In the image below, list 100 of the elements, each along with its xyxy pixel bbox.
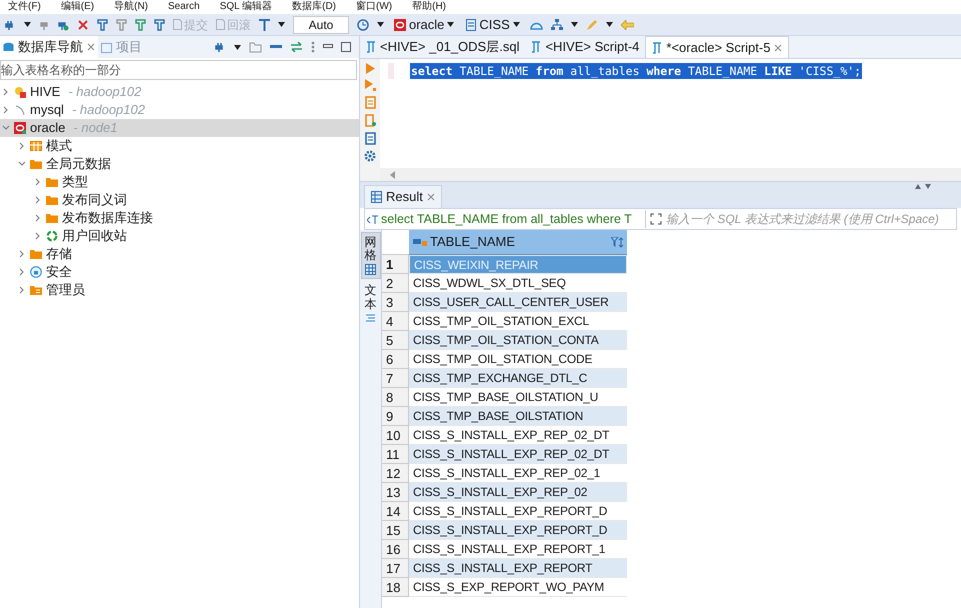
minimize-icon[interactable]	[323, 44, 333, 50]
horizontal-scrollbar[interactable]	[380, 168, 961, 181]
tree-item[interactable]: mysql - hadoop102	[0, 101, 359, 119]
row-number: 12	[382, 464, 409, 483]
editor-tab[interactable]: <HIVE> _01_ODS层.sql	[360, 36, 526, 58]
close-icon[interactable]	[774, 44, 782, 52]
network-icon[interactable]	[550, 19, 563, 30]
connection-selector[interactable]: oracle	[392, 14, 456, 34]
dropdown-arrow-icon[interactable]	[606, 22, 613, 27]
plug-icon[interactable]	[214, 41, 226, 53]
tree-item[interactable]: 用户回收站	[0, 227, 359, 245]
settings-icon[interactable]	[364, 150, 376, 162]
expand-icon[interactable]	[650, 213, 662, 225]
tree-item[interactable]: oracle - node1	[0, 119, 359, 137]
chevron-right-icon[interactable]	[34, 178, 42, 186]
table-cell[interactable]: CISS_TMP_EXCHANGE_DTL_C	[409, 369, 627, 388]
chevron-right-icon[interactable]	[34, 196, 42, 204]
menu-item[interactable]: 帮助(H)	[412, 2, 446, 12]
transaction-log-icon[interactable]	[116, 18, 127, 30]
back-arrow-icon[interactable]	[620, 20, 634, 30]
table-cell[interactable]: CISS_S_INSTALL_EXP_REPORT	[409, 559, 627, 578]
plug-disconnect-icon[interactable]	[77, 18, 89, 30]
plug-icon[interactable]	[4, 18, 16, 30]
sort-filter-icon[interactable]	[611, 236, 624, 248]
commit-mode-field[interactable]: Auto	[293, 16, 349, 34]
table-cell[interactable]: CISS_TMP_OIL_STATION_CONTA	[409, 331, 627, 350]
row-number: 10	[382, 426, 409, 445]
menu-item[interactable]: 数据库(D)	[292, 2, 336, 12]
editor-tab[interactable]: *<oracle> Script-5	[645, 36, 790, 58]
tree-item[interactable]: HIVE - hadoop102	[0, 83, 359, 101]
dropdown-arrow-icon[interactable]	[234, 44, 241, 50]
row-number: 15	[382, 521, 409, 540]
result-tab[interactable]: Result	[364, 185, 442, 208]
view-tab[interactable]: 文本	[360, 281, 380, 327]
chevron-right-icon[interactable]	[18, 250, 26, 258]
table-cell[interactable]: CISS_USER_CALL_CENTER_USER	[409, 293, 627, 312]
tree-item[interactable]: 类型	[0, 173, 359, 191]
row-number: 18	[382, 578, 409, 597]
text-format-icon[interactable]	[259, 18, 270, 30]
tree-item[interactable]: 安全	[0, 263, 359, 281]
panel-tab[interactable]: 数据库导航	[0, 36, 98, 58]
maximize-icon[interactable]	[341, 42, 351, 52]
column-header[interactable]: TABLE_NAME	[409, 230, 627, 255]
menu-item[interactable]: 文件(F)	[8, 2, 41, 12]
chevron-right-icon[interactable]	[2, 106, 10, 114]
table-cell[interactable]: CISS_S_INSTALL_EXP_REP_02_DT	[409, 445, 627, 464]
table-cell[interactable]: CISS_S_INSTALL_EXP_REPORT_D	[409, 521, 627, 540]
close-icon[interactable]	[87, 43, 95, 51]
more-icon[interactable]	[311, 41, 315, 53]
link-arrows-icon[interactable]	[290, 42, 303, 52]
dropdown-arrow-icon[interactable]	[24, 22, 31, 27]
scroll-left-icon[interactable]	[390, 170, 395, 178]
chevron-right-icon[interactable]	[34, 214, 42, 222]
dropdown-arrow-icon	[447, 22, 454, 27]
chevron-right-icon[interactable]	[2, 88, 10, 96]
explain-icon[interactable]	[364, 114, 376, 127]
run-script-icon[interactable]	[364, 79, 376, 91]
dropdown-arrow-icon[interactable]	[377, 22, 384, 27]
history-icon[interactable]	[357, 18, 369, 30]
chevron-right-icon[interactable]	[18, 142, 26, 150]
menu-item[interactable]: SQL 编辑器	[220, 2, 272, 12]
table-cell[interactable]: CISS_S_INSTALL_EXP_REP_02	[409, 483, 627, 502]
chevron-right-icon[interactable]	[34, 232, 42, 240]
table-filter-field[interactable]: 输入表格名称的一部分	[0, 60, 357, 80]
transaction-icon[interactable]	[97, 18, 108, 30]
collapse-icon[interactable]	[270, 45, 282, 49]
tree-item[interactable]: 模式	[0, 137, 359, 155]
table-cell[interactable]: CISS_TMP_BASE_OILSTATION	[409, 407, 627, 426]
tree-item[interactable]: 发布同义词	[0, 191, 359, 209]
text-lines-icon	[365, 312, 376, 324]
run-icon[interactable]	[366, 63, 374, 74]
database-icon	[394, 18, 406, 30]
tree-item[interactable]: 全局元数据	[0, 155, 359, 173]
transaction-add-icon[interactable]	[135, 18, 146, 30]
result-filter-field[interactable]: select TABLE_NAME from all_tables where T 输入一个 SQL 表达式来过滤结果 (使用 Ctrl+Space)	[364, 208, 957, 230]
folder-icon	[30, 158, 42, 170]
menu-item[interactable]: 导航(N)	[114, 2, 148, 12]
folder-icon	[30, 248, 42, 260]
script-icon[interactable]	[364, 96, 376, 109]
view-tab[interactable]: 网格	[360, 232, 380, 280]
dropdown-arrow-icon[interactable]	[278, 22, 285, 27]
document-icon[interactable]	[364, 132, 376, 145]
tree-item[interactable]: 存储	[0, 245, 359, 263]
menu-item[interactable]: 编辑(E)	[60, 2, 94, 12]
folder-icon	[46, 212, 58, 224]
editor-tab[interactable]: <HIVE> Script-4	[525, 36, 646, 58]
chevron-down-icon[interactable]	[2, 124, 10, 132]
transaction-view-icon[interactable]	[154, 18, 165, 30]
chevron-right-icon[interactable]	[18, 286, 26, 294]
chevron-down-icon[interactable]	[18, 160, 26, 168]
folder-add-icon[interactable]	[249, 42, 262, 52]
tree-item[interactable]: 管理员	[0, 281, 359, 299]
chevron-right-icon[interactable]	[18, 268, 26, 276]
collapse-arrows-icon[interactable]	[915, 184, 933, 189]
menu-item[interactable]: 窗口(W)	[356, 2, 392, 12]
schema-selector[interactable]: CISS	[464, 14, 522, 34]
dropdown-arrow-icon[interactable]	[570, 22, 578, 27]
close-icon[interactable]	[426, 193, 435, 201]
menu-item[interactable]: Search	[168, 2, 200, 12]
tree-item[interactable]: 发布数据库连接	[0, 209, 359, 227]
